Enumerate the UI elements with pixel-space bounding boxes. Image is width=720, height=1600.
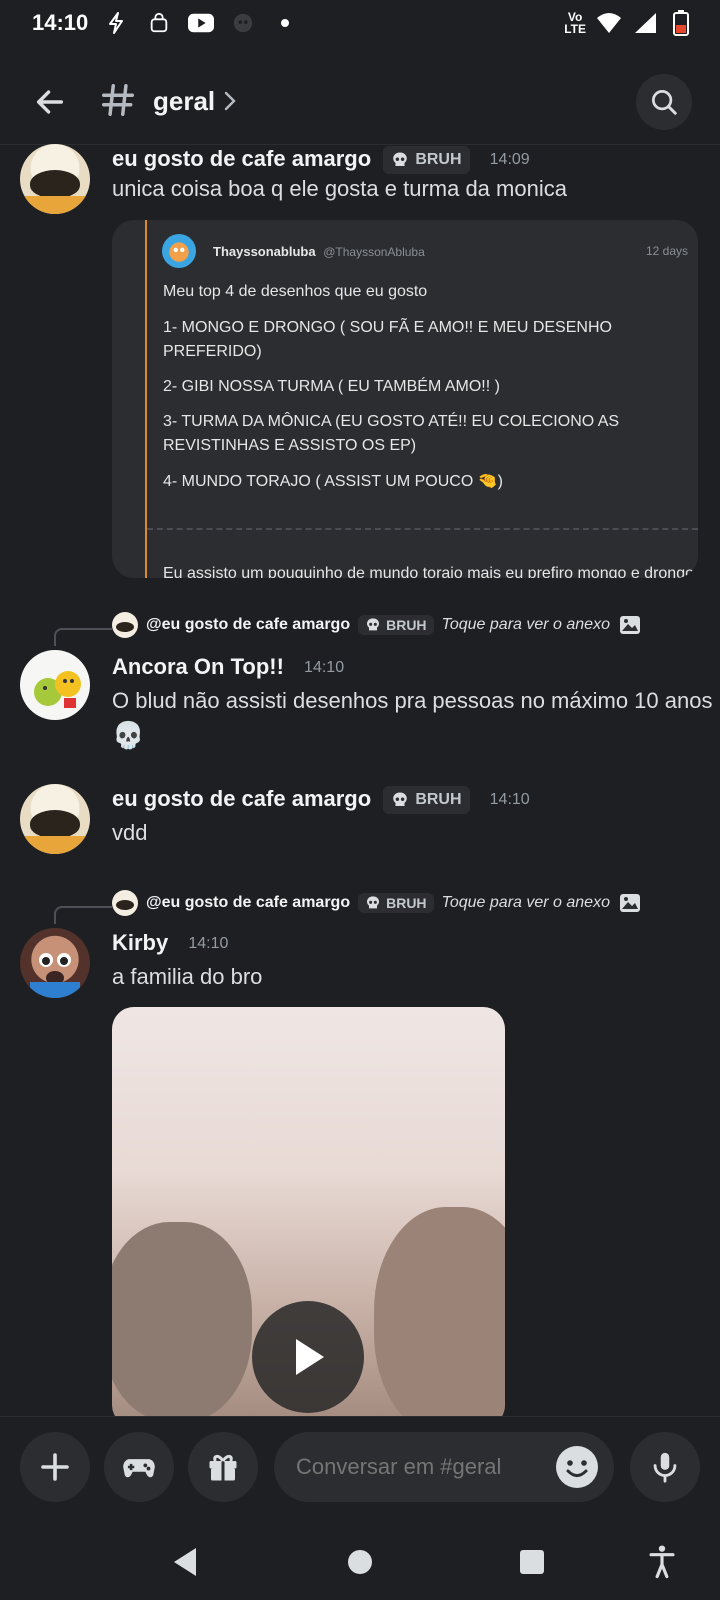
youtube-icon	[188, 10, 214, 36]
nav-back-button[interactable]	[166, 1542, 206, 1582]
role-tag: BRUH	[358, 615, 434, 635]
image-attachment[interactable]: Thayssonabluba @ThayssonAbluba 12 days M…	[112, 220, 698, 578]
message-time: 14:09	[489, 151, 530, 169]
game-icon	[230, 10, 256, 36]
gift-icon	[209, 1455, 237, 1481]
tweet-age: 12 days	[645, 244, 688, 258]
skull-icon	[367, 618, 380, 631]
search-button[interactable]	[636, 74, 692, 130]
role-tag: BRUH	[383, 786, 470, 815]
arrow-left-icon	[36, 90, 64, 114]
search-icon	[652, 90, 677, 115]
avatar	[162, 234, 196, 268]
role-tag: BRUH	[358, 893, 434, 913]
add-button[interactable]	[20, 1432, 90, 1502]
gamepad-icon	[123, 1459, 155, 1478]
channel-header: geral	[0, 60, 720, 145]
tweet-line: 2- GIBI NOSSA TURMA ( EU TAMBÉM AMO!! )	[163, 378, 500, 395]
message-author[interactable]: Ancora On Top!!	[112, 654, 284, 679]
status-time: 14:10	[32, 10, 89, 35]
reply-author: @eu gosto de cafe amargo	[146, 616, 351, 633]
accessibility-button[interactable]	[642, 1542, 682, 1582]
role-tag-label: BRUH	[415, 151, 462, 169]
avatar	[112, 612, 138, 638]
reply-author: @eu gosto de cafe amargo	[146, 894, 351, 911]
role-tag: BRUH	[383, 146, 470, 175]
circle-home-icon	[348, 1550, 372, 1574]
voice-button[interactable]	[630, 1432, 700, 1502]
message-time: 14:10	[188, 935, 229, 953]
image-icon	[619, 894, 640, 912]
role-tag-label: BRUH	[386, 617, 427, 633]
hash-icon	[96, 78, 140, 122]
play-icon	[296, 1339, 324, 1375]
reply-connector	[54, 628, 112, 646]
tweet-line: Eu assisto um pouquinho de mundo torajo …	[163, 565, 698, 578]
plus-icon	[41, 1453, 69, 1481]
message-time: 14:10	[304, 659, 345, 677]
reply-hint: Toque para ver o anexo	[441, 616, 610, 633]
message-author[interactable]: Kirby	[112, 930, 168, 955]
video-attachment[interactable]	[112, 1007, 505, 1427]
message-text: a familia do bro	[112, 964, 263, 989]
tweet-line: 4- MUNDO TORAJO ( ASSIST UM POUCO 🤏)	[163, 473, 503, 490]
message-emoji: 💀	[112, 720, 145, 750]
message-author[interactable]: eu gosto de cafe amargo	[112, 146, 371, 171]
smiley-icon	[557, 1447, 597, 1487]
message-text: O blud não assisti desenhos pra pessoas …	[112, 688, 713, 713]
avatar[interactable]	[20, 928, 90, 998]
tweet-line: 1- MONGO E DRONGO ( SOU FÃ E AMO!! E MEU…	[163, 319, 612, 360]
triangle-back-icon	[174, 1548, 196, 1576]
channel-name[interactable]: geral	[153, 86, 215, 117]
gift-button[interactable]	[188, 1432, 258, 1502]
role-tag-label: BRUH	[386, 895, 427, 911]
back-button[interactable]	[28, 80, 72, 124]
avatar[interactable]	[20, 650, 90, 720]
skull-icon	[393, 152, 408, 167]
skull-icon	[367, 896, 380, 909]
tweet-author: Thayssonabluba	[213, 244, 316, 259]
message-time: 14:10	[489, 791, 530, 809]
play-button[interactable]	[252, 1301, 364, 1413]
status-bar: 14:10 Vo LTE	[0, 0, 720, 50]
dot-icon	[272, 10, 298, 36]
reply-reference[interactable]: @eu gosto de cafe amargo BRUH Toque para…	[112, 888, 642, 918]
tweet-handle: @ThayssonAbluba	[323, 245, 425, 259]
reply-reference[interactable]: @eu gosto de cafe amargo BRUH Toque para…	[112, 610, 642, 640]
lightning-icon	[104, 10, 130, 36]
avatar[interactable]	[20, 784, 90, 854]
divider	[147, 528, 698, 530]
nav-recents-button[interactable]	[512, 1542, 552, 1582]
microphone-icon	[653, 1452, 677, 1483]
wifi-icon	[596, 10, 622, 36]
avatar	[112, 890, 138, 916]
accessibility-icon	[649, 1545, 675, 1579]
system-nav-bar	[0, 1520, 720, 1600]
tweet-line: 3- TURMA DA MÔNICA (EU GOSTO ATÉ!! EU CO…	[163, 413, 620, 454]
role-tag-label: BRUH	[415, 791, 462, 809]
reply-hint: Toque para ver o anexo	[441, 894, 610, 911]
square-recents-icon	[520, 1550, 544, 1574]
activities-button[interactable]	[104, 1432, 174, 1502]
skull-icon	[393, 792, 408, 807]
tweet-line: Meu top 4 de desenhos que eu gosto	[163, 283, 428, 300]
emoji-button[interactable]	[556, 1446, 598, 1488]
signal-icon	[632, 10, 658, 36]
chevron-right-icon[interactable]	[222, 90, 238, 117]
volte-indicator: Vo LTE	[564, 10, 586, 36]
message-text: vdd	[112, 820, 148, 845]
message-author[interactable]: eu gosto de cafe amargo	[112, 786, 371, 811]
reply-connector	[54, 906, 112, 924]
avatar[interactable]	[20, 144, 90, 214]
shopping-bag-icon	[146, 10, 172, 36]
image-icon	[619, 616, 640, 634]
nav-home-button[interactable]	[340, 1542, 380, 1582]
message-text: unica coisa boa q ele gosta e turma da m…	[112, 176, 567, 201]
battery-low-icon	[668, 10, 694, 36]
composer-bar	[0, 1416, 720, 1521]
